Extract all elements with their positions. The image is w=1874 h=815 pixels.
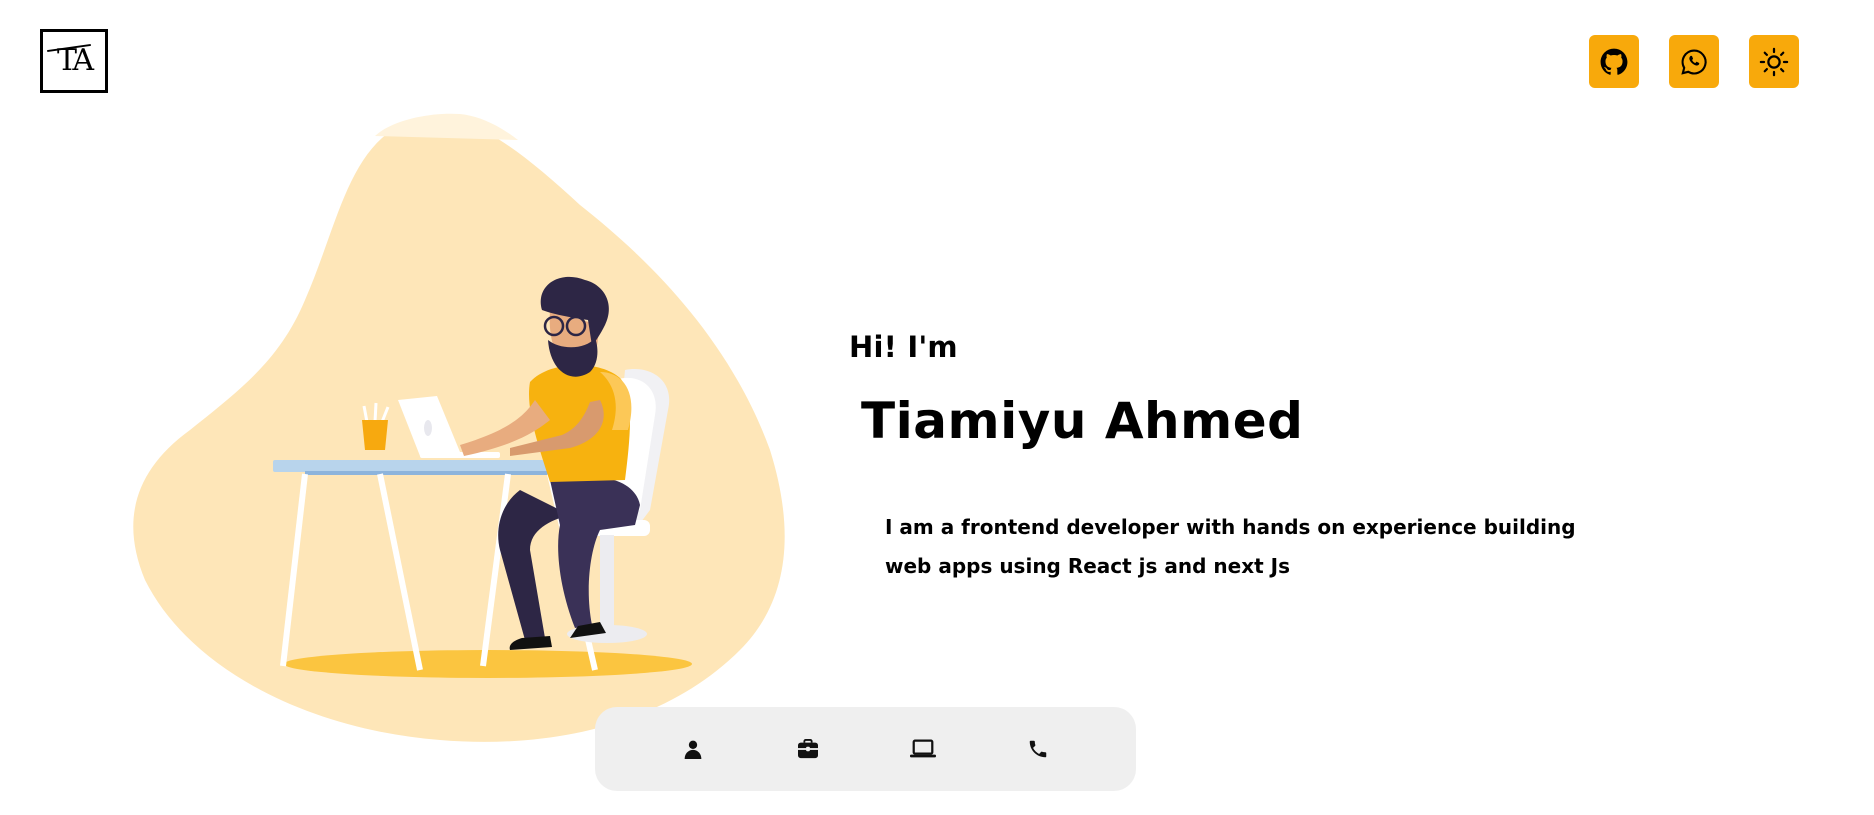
background-blob — [133, 116, 785, 742]
laptop-icon — [910, 739, 937, 758]
github-button[interactable] — [1589, 35, 1639, 88]
site-logo[interactable]: TA — [40, 29, 108, 93]
person-icon — [684, 740, 701, 759]
portfolio-page: TA Hi! I'm Tiamiyu Ahmed I am a frontend… — [0, 0, 1874, 815]
nav-projects[interactable] — [903, 729, 943, 769]
hero-bio: I am a frontend developer with hands on … — [885, 515, 1576, 578]
whatsapp-icon — [1681, 49, 1707, 75]
hero-name: Tiamiyu Ahmed — [861, 392, 1304, 450]
sun-icon — [1759, 47, 1789, 76]
whatsapp-button[interactable] — [1669, 35, 1719, 88]
nav-contact[interactable] — [1018, 729, 1058, 769]
github-icon — [1600, 48, 1628, 75]
nav-about[interactable] — [673, 729, 713, 769]
floor-shadow — [284, 650, 692, 678]
briefcase-icon — [797, 739, 818, 759]
developer-illustration — [133, 113, 785, 742]
theme-toggle-button[interactable] — [1749, 35, 1799, 88]
nav-experience[interactable] — [788, 729, 828, 769]
hero-greeting: Hi! I'm — [849, 330, 958, 364]
phone-icon — [1030, 740, 1047, 758]
bottom-navigation — [595, 707, 1136, 791]
logo-text: TA — [56, 43, 94, 78]
